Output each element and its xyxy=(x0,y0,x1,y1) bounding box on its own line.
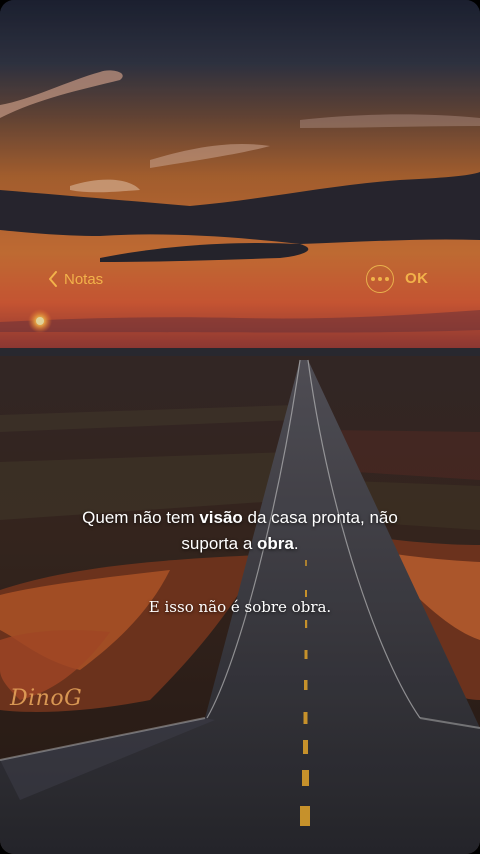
watermark-signature: DinoG xyxy=(10,686,83,711)
notes-screen: Notas OK Quem não tem visão da casa pron… xyxy=(0,0,480,854)
chevron-left-icon xyxy=(48,271,58,287)
more-options-button[interactable] xyxy=(366,265,394,293)
note-subline[interactable]: E isso não é sobre obra. xyxy=(40,598,440,616)
quote-bold-word: obra xyxy=(257,534,294,553)
quote-bold-word: visão xyxy=(199,508,243,527)
back-button[interactable]: Notas xyxy=(48,267,103,291)
ellipsis-dot xyxy=(378,277,382,281)
sunset-road-background xyxy=(0,0,480,854)
quote-text: Quem não tem xyxy=(82,508,200,527)
ellipsis-dot xyxy=(371,277,375,281)
done-button[interactable]: OK xyxy=(405,270,429,290)
ellipsis-dot xyxy=(385,277,389,281)
quote-text: da casa pronta, não xyxy=(242,508,398,527)
quote-text: . xyxy=(293,534,299,553)
back-button-label: Notas xyxy=(64,270,104,288)
navigation-bar: Notas OK xyxy=(0,262,480,296)
note-quote[interactable]: Quem não tem visão da casa pronta, não s… xyxy=(20,505,460,557)
quote-text: suporta a xyxy=(181,534,258,553)
